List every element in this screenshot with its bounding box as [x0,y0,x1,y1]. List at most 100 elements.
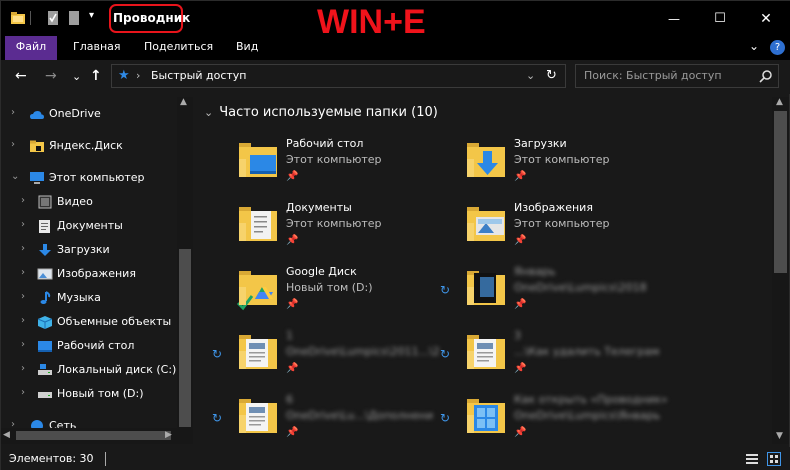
recent-locations-button[interactable]: ⌄ [72,70,81,83]
frequent-folders-header[interactable]: ⌄ Часто используемые папки (10) [204,105,438,120]
breadcrumb-chevron-icon[interactable]: › [136,69,140,82]
folder-tile[interactable]: 1 OneDrive\Lumpics\2011...\2 📌 [236,329,456,389]
minimize-button[interactable]: — [651,1,697,36]
tab-share[interactable]: Поделиться [144,36,213,60]
expand-chevron-icon[interactable]: ⌄ [11,171,19,182]
tab-home[interactable]: Главная [73,36,121,60]
help-icon[interactable]: ? [770,40,785,55]
folder-tile[interactable]: Январь OneDrive\Lumpics\2018 📌 [464,265,684,325]
close-button[interactable]: ✕ [743,1,789,36]
expand-chevron-icon[interactable]: › [21,339,25,350]
sidebar-hscroll-thumb[interactable] [16,431,171,440]
forward-button[interactable]: → [45,68,57,84]
expand-ribbon-icon[interactable]: ⌄ [749,39,759,53]
sidebar-item[interactable]: ⌄ Этот компьютер [1,167,176,189]
expand-chevron-icon[interactable]: › [21,291,25,302]
folder-location: Этот компьютер [514,217,610,230]
search-icon[interactable] [759,69,773,83]
properties-icon[interactable] [47,10,59,26]
expand-chevron-icon[interactable]: › [21,195,25,206]
pin-icon[interactable]: 📌 [286,363,298,374]
expand-chevron-icon[interactable]: › [21,267,25,278]
search-input[interactable]: Поиск: Быстрый доступ [575,64,779,88]
back-button[interactable]: ← [15,68,27,84]
sidebar-item[interactable]: › Загрузки [1,239,176,261]
folder-tile[interactable]: Рабочий стол Этот компьютер 📌 [236,137,456,197]
pin-icon[interactable]: 📌 [514,363,526,374]
pin-icon[interactable]: 📌 [286,171,298,182]
address-bar[interactable]: ★ › Быстрый доступ ⌄ ↻ [111,64,566,88]
folder-icon [239,399,277,433]
sidebar-scroll-thumb[interactable] [179,249,191,427]
folder-name: 3 [514,329,521,342]
content-scrollbar[interactable]: ▲ ▼ [772,97,789,444]
address-dropdown-icon[interactable]: ⌄ [526,69,535,82]
folder-tile[interactable]: Документы Этот компьютер 📌 [236,201,456,261]
expand-chevron-icon[interactable]: › [21,387,25,398]
folder-tile[interactable]: Google Диск Новый том (D:) 📌 [236,265,456,325]
sidebar-item[interactable]: › Локальный диск (C:) [1,359,176,381]
folder-tile[interactable]: Как открыть «Проводник» OneDrive\Lumpics\… [464,393,684,453]
expand-chevron-icon[interactable]: › [11,107,15,118]
folder-icon [467,399,505,433]
pin-icon[interactable]: 📌 [514,235,526,246]
scroll-up-icon[interactable]: ▲ [776,97,783,107]
sidebar-item[interactable]: › Видео [1,191,176,213]
tab-file[interactable]: Файл [5,36,57,60]
sidebar-item[interactable]: › Документы [1,215,176,237]
scroll-up-icon[interactable]: ▲ [180,97,187,107]
folder-tile[interactable]: 6 OneDrive\Lu...\Дополнени 📌 [236,393,456,453]
pin-icon[interactable]: 📌 [286,299,298,310]
sidebar-item[interactable]: › Яндекс.Диск [1,135,176,157]
up-button[interactable]: ↑ [90,68,102,84]
new-folder-icon[interactable] [68,10,80,26]
pin-icon[interactable]: 📌 [514,427,526,438]
expand-chevron-icon[interactable]: › [21,219,25,230]
sidebar-item[interactable]: › Объемные объекты [1,311,176,333]
expand-chevron-icon[interactable]: › [21,363,25,374]
large-icons-view-icon[interactable] [767,452,781,466]
drive-icon [38,392,52,398]
maximize-button[interactable]: ☐ [697,1,743,36]
customize-quick-access-icon[interactable]: ▾ [89,10,94,21]
minimize-icon: — [668,11,680,26]
folder-icon [239,207,277,241]
pin-icon[interactable]: 📌 [286,235,298,246]
folder-tile[interactable]: Изображения Этот компьютер 📌 [464,201,684,261]
folder-name: Загрузки [514,137,567,150]
folder-name: Рабочий стол [286,137,364,150]
sidebar-item-label: Новый том (D:) [57,387,144,400]
expand-chevron-icon[interactable]: › [21,315,25,326]
sidebar-item[interactable]: › Рабочий стол [1,335,176,357]
folder-name: Google Диск [286,265,357,278]
scroll-right-icon[interactable]: ▶ [165,430,172,440]
folder-tile[interactable]: Загрузки Этот компьютер 📌 [464,137,684,197]
sidebar-scrollbar[interactable]: ▲ [177,97,193,444]
section-chevron-icon[interactable]: ⌄ [204,106,213,119]
expand-chevron-icon[interactable]: › [21,243,25,254]
address-row: ← → ⌄ ↑ ★ › Быстрый доступ ⌄ ↻ Поиск: Бы… [1,60,790,94]
3d-objects-icon [37,316,53,329]
pin-icon[interactable]: 📌 [514,299,526,310]
refresh-icon[interactable]: ↻ [546,68,557,83]
address-text[interactable]: Быстрый доступ [151,69,247,82]
folder-location: OneDrive\Lu...\Дополнени [286,409,434,422]
sidebar-hscrollbar[interactable]: ◀ ▶ [1,428,193,444]
scroll-down-icon[interactable]: ▼ [776,431,783,441]
folder-tile[interactable]: 3 ...\Как удалить Телеграм 📌 [464,329,684,389]
scroll-left-icon[interactable]: ◀ [3,430,10,440]
window-title: Проводник [113,11,191,25]
pin-icon[interactable]: 📌 [514,171,526,182]
expand-chevron-icon[interactable]: › [11,139,15,150]
details-view-icon[interactable] [745,452,759,466]
sidebar-item[interactable]: › Изображения [1,263,176,285]
sidebar-item[interactable]: › Музыка [1,287,176,309]
tab-view[interactable]: Вид [236,36,258,60]
sidebar-item[interactable]: › Новый том (D:) [1,383,176,405]
search-placeholder: Поиск: Быстрый доступ [584,69,722,82]
pin-icon[interactable]: 📌 [286,427,298,438]
sidebar-item-label: Музыка [57,291,101,304]
folder-name: Как открыть «Проводник» [514,393,668,406]
sidebar-item[interactable]: › OneDrive [1,103,176,125]
content-scroll-thumb[interactable] [774,111,787,273]
